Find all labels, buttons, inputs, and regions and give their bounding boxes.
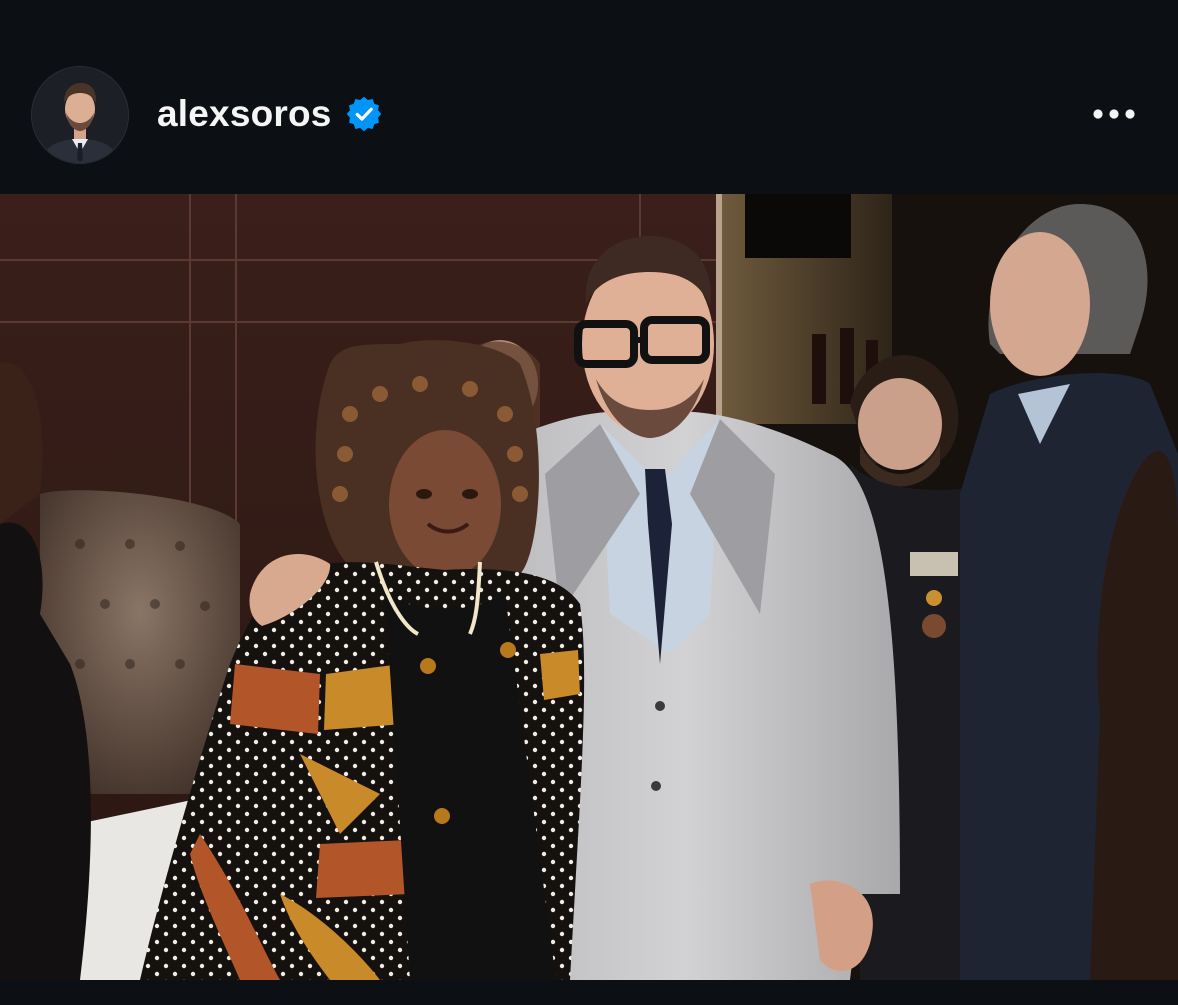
more-options-icon [1093,109,1135,119]
profile-avatar[interactable] [32,67,128,163]
bottom-strip [0,980,1178,1005]
more-options-button[interactable] [1082,96,1146,132]
post-header: alexsoros [0,0,1178,193]
username[interactable]: alexsoros [157,93,332,135]
verified-badge-icon [346,96,382,132]
instagram-post: alexsoros [0,0,1178,1005]
avatar-image [32,67,128,163]
post-photo[interactable] [0,194,1178,980]
photo-scene [0,194,1178,980]
username-row: alexsoros [157,92,382,136]
